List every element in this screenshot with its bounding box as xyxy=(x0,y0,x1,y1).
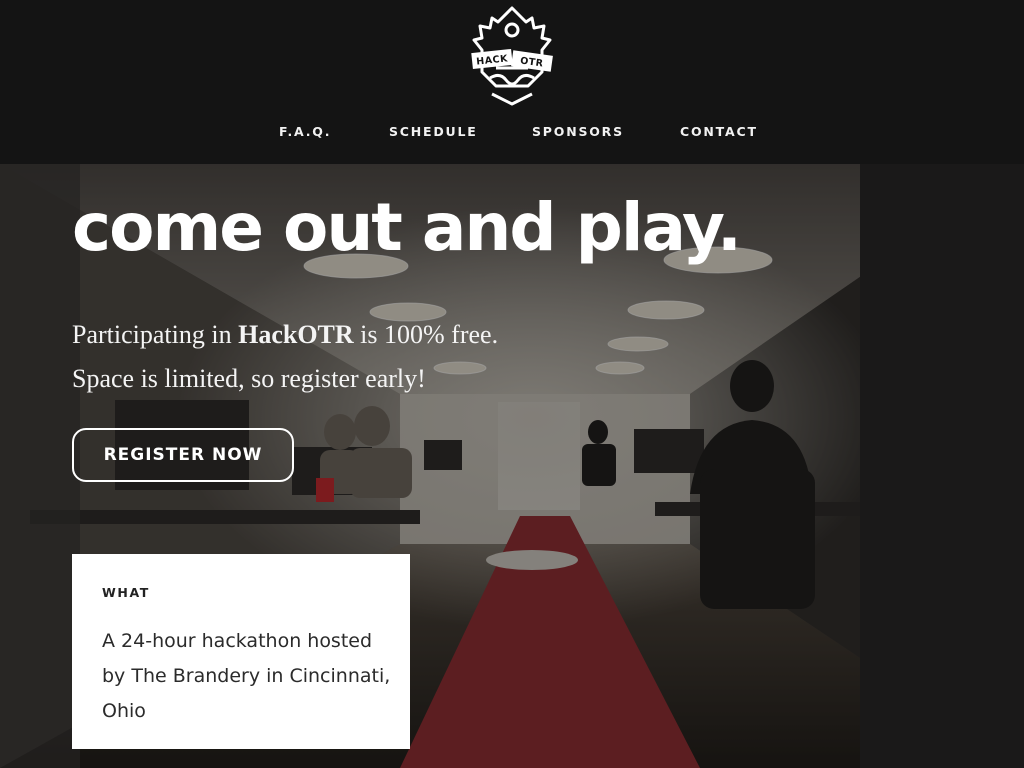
site-header: HACK OTR F.A.Q. SCHEDULE SPONSORS CONTAC… xyxy=(0,0,1024,164)
main-nav: F.A.Q. SCHEDULE SPONSORS CONTACT xyxy=(0,124,1024,144)
hero-subtext-prefix: Participating in xyxy=(72,320,239,349)
nav-item-schedule[interactable]: SCHEDULE xyxy=(389,124,478,139)
nav-item-sponsors[interactable]: SPONSORS xyxy=(532,124,624,139)
hero-headline: come out and play. xyxy=(72,189,742,266)
hero-brand-name: HackOTR xyxy=(238,320,354,349)
what-card-text: A 24-hour hackathon hosted by The Brande… xyxy=(102,630,391,722)
hero-subtext-line1: Participating in HackOTR is 100% free. xyxy=(72,320,498,350)
hero-subtext-line2: Space is limited, so register early! xyxy=(72,364,426,393)
hero-section: come out and play. Participating in Hack… xyxy=(0,164,1024,768)
nav-item-faq[interactable]: F.A.Q. xyxy=(279,124,331,139)
register-now-button[interactable]: REGISTER NOW xyxy=(72,428,294,482)
hero-subtext-suffix: is 100% free. xyxy=(353,320,499,349)
nav-item-contact[interactable]: CONTACT xyxy=(680,124,758,139)
what-card: WHAT A 24-hour hackathon hosted by The B… xyxy=(72,554,410,749)
hackotr-logo[interactable]: HACK OTR xyxy=(470,6,554,106)
what-card-label: WHAT xyxy=(102,585,150,600)
